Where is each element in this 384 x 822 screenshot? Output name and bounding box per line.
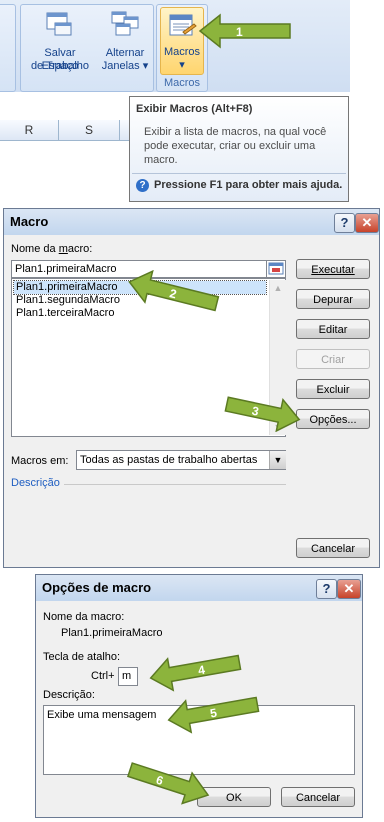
dropdown-arrow-icon: ▾ [179, 59, 185, 71]
ribbon-group-window: Salvar Espaço de Trabalho Alternar Janel… [20, 4, 154, 92]
tooltip-help-text: Pressione F1 para obter mais ajuda. [154, 179, 343, 191]
cancel-button[interactable]: Cancelar [296, 538, 370, 558]
help-button[interactable]: ? [316, 579, 337, 599]
macros-in-select[interactable]: Todas as pastas de trabalho abertas [76, 450, 286, 470]
callout-arrow-3: 3 [224, 396, 301, 432]
run-button[interactable]: Executar [296, 259, 370, 279]
shortcut-label: Tecla de atalho: [43, 651, 121, 663]
macros-in-label: Macros em: [11, 455, 69, 467]
switch-windows-icon [111, 11, 139, 36]
tooltip-divider [132, 173, 346, 174]
save-workspace-icon [46, 12, 72, 36]
window-gap [350, 0, 384, 205]
ribbon-group-partial [0, 4, 16, 92]
close-button[interactable]: ✕ [337, 579, 361, 599]
cancel-button[interactable]: Cancelar [281, 787, 355, 807]
macro-name-value: Plan1.primeiraMacro [61, 627, 163, 639]
callout-arrow-4: 4 [149, 654, 242, 692]
create-button[interactable]: Criar [296, 349, 370, 369]
shortcut-input[interactable]: m [118, 667, 138, 686]
description-divider [64, 484, 286, 485]
ctrl-label: Ctrl+ [91, 670, 115, 682]
callout-arrow-2: 2 [128, 270, 220, 312]
tooltip-body-line: Exibir a lista de macros, na qual você [144, 126, 327, 138]
chevron-down-icon[interactable]: ▼ [269, 451, 286, 469]
macros-icon [169, 14, 197, 36]
description-label: Descrição [11, 477, 60, 489]
options-button[interactable]: Opções... [296, 409, 370, 429]
edit-button[interactable]: Editar [296, 319, 370, 339]
debug-button[interactable]: Depurar [296, 289, 370, 309]
column-header[interactable]: S [59, 120, 120, 141]
macros-tooltip: Exibir Macros (Alt+F8) Exibir a lista de… [129, 96, 349, 202]
dropdown-arrow-icon: ▾ [142, 60, 149, 72]
ribbon: Salvar Espaço de Trabalho Alternar Janel… [0, 0, 350, 93]
tooltip-body-line: macro. [144, 154, 178, 166]
tooltip-title: Exibir Macros (Alt+F8) [136, 103, 253, 115]
help-button[interactable]: ? [334, 213, 355, 233]
callout-arrow-5: 5 [167, 696, 260, 734]
sheet-grid[interactable] [0, 141, 130, 201]
save-workspace-button[interactable]: Salvar Espaço de Trabalho [29, 7, 89, 85]
macro-name-label: Nome da macro: [11, 243, 93, 255]
close-button[interactable]: ✕ [355, 213, 379, 233]
macro-name-label: Nome da macro: [43, 611, 125, 623]
column-header[interactable]: R [0, 120, 59, 141]
tooltip-body-line: pode executar, criar ou excluir uma [144, 140, 316, 152]
switch-windows-button[interactable]: Alternar Janelas ▾ [99, 7, 151, 85]
collapse-dialog-button[interactable] [266, 260, 286, 278]
description-label: Descrição: [43, 689, 95, 701]
scroll-up-icon[interactable]: ▲ [270, 280, 286, 296]
delete-button[interactable]: Excluir [296, 379, 370, 399]
dialog-title: Macro [4, 209, 379, 235]
help-icon: ? [136, 179, 149, 192]
callout-arrow-6: 6 [126, 762, 210, 805]
macro-dialog: Macro ? ✕ Nome da macro: Plan1.primeiraM… [3, 208, 380, 568]
dialog-title: Opções de macro [36, 575, 362, 601]
callout-arrow-1: 1 [198, 13, 291, 49]
callout-number: 1 [236, 25, 243, 39]
range-select-icon [268, 262, 284, 275]
